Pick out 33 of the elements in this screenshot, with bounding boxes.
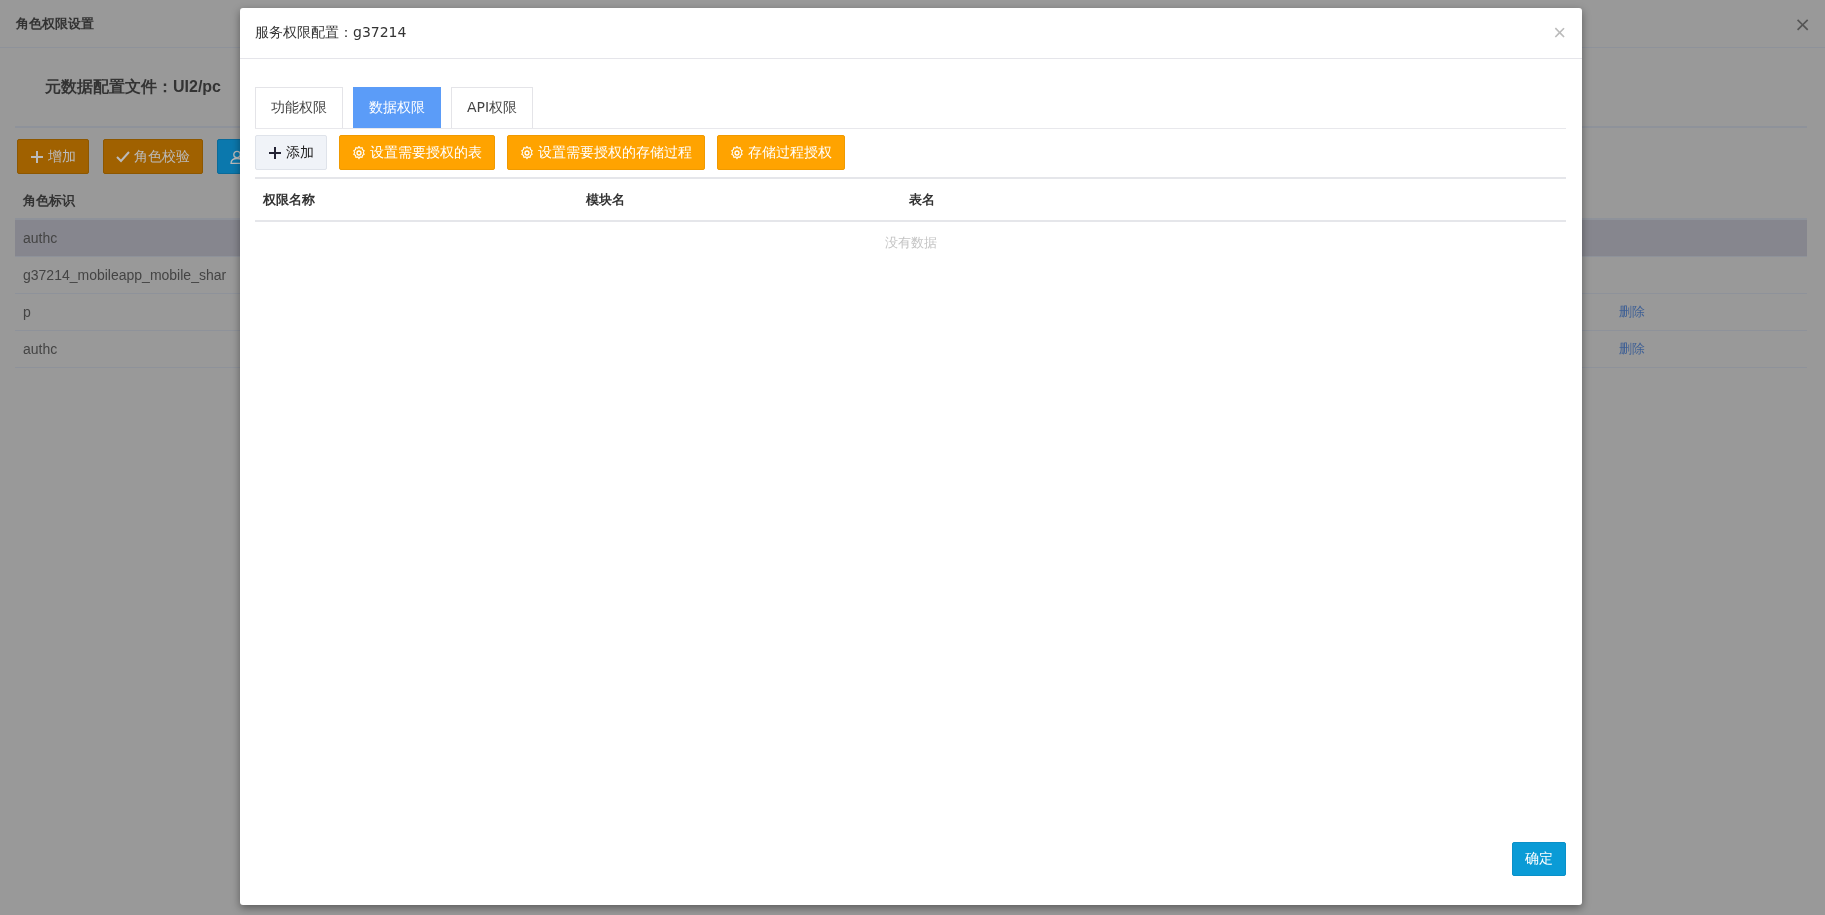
plus-icon xyxy=(268,145,282,160)
settings-button[interactable]: 设置需要授权的表 xyxy=(339,135,495,170)
column-header: 权限名称 xyxy=(263,190,316,209)
tab[interactable]: API权限 xyxy=(451,87,534,128)
settings-button[interactable]: 存储过程授权 xyxy=(717,135,845,170)
table-cell: g37214_mobileapp_mobile_shar xyxy=(23,267,227,283)
close-button[interactable]: × xyxy=(1794,13,1811,34)
settings-button[interactable]: 设置需要授权的存储过程 xyxy=(507,135,705,170)
table-cell: authc xyxy=(23,230,58,246)
close-button[interactable]: × xyxy=(1553,22,1566,44)
config-path: UI2/pc xyxy=(173,78,221,96)
gear-icon xyxy=(352,145,366,160)
table-cell: p xyxy=(23,304,31,320)
empty-message: 没有数据 xyxy=(884,235,937,250)
column-header: 角色标识 xyxy=(23,191,75,210)
confirm-button[interactable]: 确定 xyxy=(1512,842,1566,876)
check-icon xyxy=(116,150,130,163)
delete-link[interactable]: 删除 xyxy=(1619,303,1645,321)
gear-icon xyxy=(520,145,534,160)
check-button[interactable]: 角色校验 xyxy=(103,139,203,174)
column-header: 表名 xyxy=(909,190,936,209)
delete-link[interactable]: 删除 xyxy=(1619,340,1645,358)
add-button[interactable]: 添加 xyxy=(255,135,327,170)
dialog-title: 服务权限配置：g37214 xyxy=(255,24,407,42)
tab[interactable]: 功能权限 xyxy=(255,87,343,128)
add-button[interactable]: 增加 xyxy=(17,139,89,174)
plus-icon xyxy=(30,149,44,164)
config-label: 元数据配置文件： xyxy=(45,76,173,97)
page-title: 角色权限设置 xyxy=(16,14,94,33)
gear-icon xyxy=(730,145,744,160)
table-cell: authc xyxy=(23,341,58,357)
column-header: 模块名 xyxy=(586,190,626,209)
tab[interactable]: 数据权限 xyxy=(353,87,441,128)
